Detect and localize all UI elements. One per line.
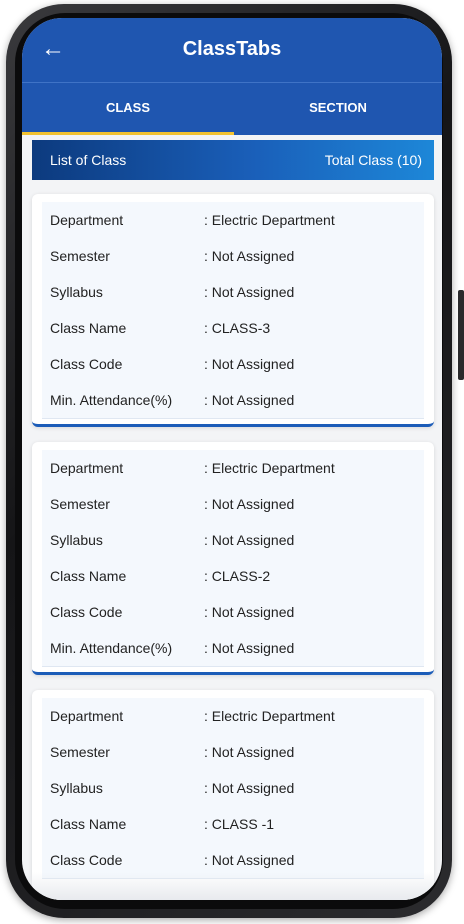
card-row: Semester : Not Assigned (42, 238, 424, 275)
field-value: : Not Assigned (204, 392, 295, 408)
field-label: Semester (50, 248, 110, 264)
tab-class[interactable]: CLASS (22, 83, 234, 135)
field-label: Department (50, 212, 124, 228)
card-row: Min. Attendance(%) : Not Assigned (42, 630, 424, 667)
field-value: : Electric Department (204, 460, 335, 476)
card-row: Min. Attendance(%) : Not Assigned (42, 382, 424, 419)
field-value: : Not Assigned (204, 248, 295, 264)
page-title: ClassTabs (182, 38, 282, 60)
list-header: List of Class Total Class (10) (32, 140, 434, 180)
card-row: Class Name : CLASS-3 (42, 310, 424, 347)
field-value: : Not Assigned (204, 780, 295, 796)
tab-bar: CLASS SECTION (22, 82, 442, 135)
field-value: : Not Assigned (204, 852, 295, 868)
field-label: Min. Attendance(%) (50, 392, 173, 408)
field-label: Class Name (50, 568, 127, 584)
field-label: Semester (50, 496, 110, 512)
field-value: : Electric Department (204, 212, 335, 228)
card-row: Department : Electric Department (42, 450, 424, 487)
card-row: Class Name : CLASS -1 (42, 806, 424, 843)
field-label: Class Name (50, 816, 127, 832)
bottom-fade (22, 872, 442, 900)
phone-side-button (458, 290, 464, 380)
app-screen: ← ClassTabs CLASS SECTION List of Class … (22, 18, 442, 900)
list-title: List of Class (50, 152, 127, 168)
field-label: Department (50, 460, 124, 476)
card-row: Class Name : CLASS-2 (42, 558, 424, 595)
active-tab-indicator (22, 132, 234, 135)
field-value: : Not Assigned (204, 604, 295, 620)
card-row: Syllabus : Not Assigned (42, 770, 424, 807)
card-row: Class Code : Not Assigned (42, 594, 424, 631)
field-label: Semester (50, 744, 110, 760)
card-row: Syllabus : Not Assigned (42, 274, 424, 311)
field-value: : Not Assigned (204, 284, 295, 300)
field-value: : Not Assigned (204, 532, 295, 548)
field-label: Syllabus (50, 532, 103, 548)
class-card[interactable]: Department : Electric Department Semester:… (32, 690, 434, 900)
card-row: Department : Electric Department (42, 698, 424, 735)
field-label: Class Code (50, 604, 123, 620)
app-bar: ← ClassTabs (22, 18, 442, 82)
card-row: Syllabus : Not Assigned (42, 522, 424, 559)
field-value: : Not Assigned (204, 640, 295, 656)
field-value: : Not Assigned (204, 496, 295, 512)
card-row: Department : Electric Department (42, 202, 424, 239)
field-value: : CLASS -1 (204, 816, 275, 832)
field-label: Class Code (50, 852, 123, 868)
field-value: : CLASS-2 (204, 568, 271, 584)
total-count: Total Class (10) (324, 152, 422, 168)
field-label: Min. Attendance(%) (50, 640, 173, 656)
field-value: : CLASS-3 (204, 320, 271, 336)
field-value: : Not Assigned (204, 356, 295, 372)
field-label: Class Name (50, 320, 127, 336)
field-value: : Electric Department (204, 708, 335, 724)
class-card[interactable]: Department : Electric Department Semester:… (32, 194, 434, 427)
card-row: Semester : Not Assigned (42, 734, 424, 771)
class-card[interactable]: Department : Electric Department Semester:… (32, 442, 434, 675)
field-label: Syllabus (50, 284, 103, 300)
field-label: Class Code (50, 356, 123, 372)
field-value: : Not Assigned (204, 744, 295, 760)
field-label: Department (50, 708, 124, 724)
card-row: Class Code : Not Assigned (42, 346, 424, 383)
tab-section[interactable]: SECTION (234, 83, 442, 135)
card-row: Semester : Not Assigned (42, 486, 424, 523)
field-label: Syllabus (50, 780, 103, 796)
